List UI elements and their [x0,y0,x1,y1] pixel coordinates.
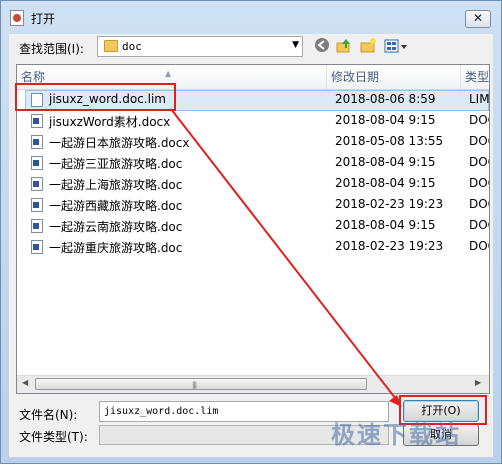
open-file-dialog: 打开 ✕ 查找范围(I): doc ▼ 名称 ▲ 修改日期 类型 jisuxz_… [0,0,502,464]
watermark: 极速下载站 [331,420,461,449]
annotation-arrow [170,108,402,407]
